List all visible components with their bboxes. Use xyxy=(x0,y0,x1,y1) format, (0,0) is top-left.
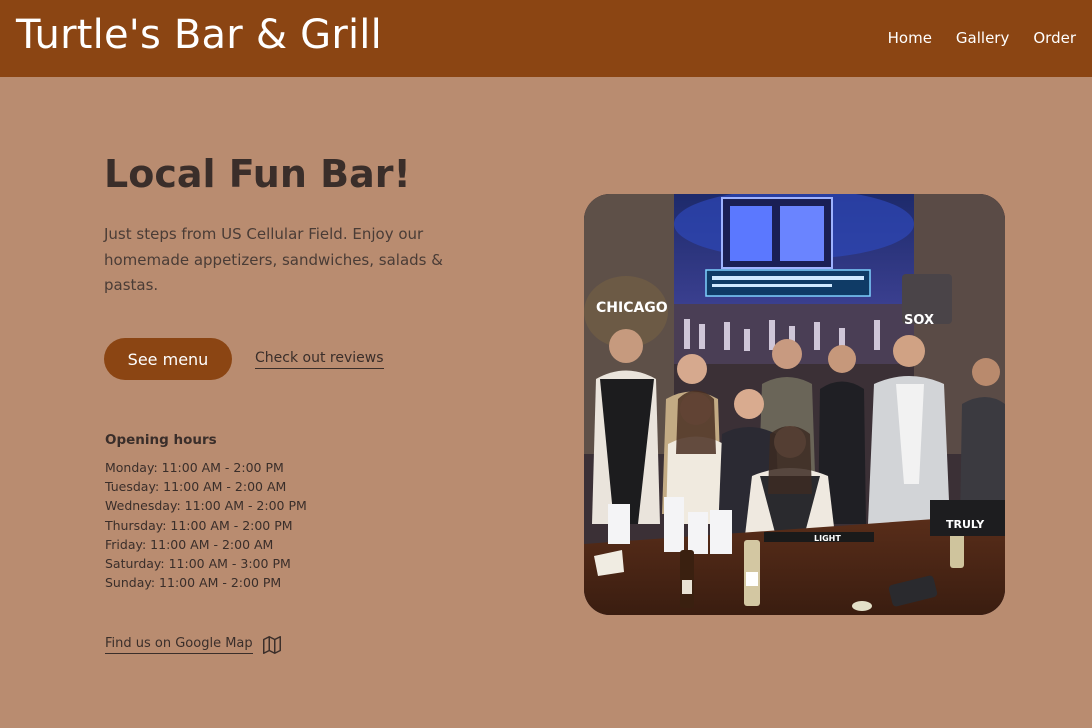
google-map-label: Find us on Google Map xyxy=(105,636,253,654)
hero-description: Just steps from US Cellular Field. Enjoy… xyxy=(104,225,443,294)
see-menu-button[interactable]: See menu xyxy=(104,338,232,380)
hours-friday: Friday: 11:00 AM - 2:00 AM xyxy=(105,536,274,552)
main-nav: Home Gallery Order xyxy=(888,29,1076,47)
map-icon xyxy=(262,636,281,654)
truly-sign: TRULY xyxy=(946,518,985,531)
bar-group-photo: CHICAGO SOX LIGHT TRULY xyxy=(584,194,1005,615)
nav-home[interactable]: Home xyxy=(888,29,932,47)
sox-sign: SOX xyxy=(904,313,934,328)
hours-sunday: Sunday: 11:00 AM - 2:00 PM xyxy=(105,575,282,591)
google-map-link[interactable]: Find us on Google Map xyxy=(105,634,283,656)
opening-hours-list: Monday: 11:00 AM - 2:00 PM Tuesday: 11:0… xyxy=(105,458,307,592)
chicago-sign: CHICAGO xyxy=(596,300,668,316)
site-brand[interactable]: Turtle's Bar & Grill xyxy=(16,12,382,58)
hours-tuesday: Tuesday: 11:00 AM - 2:00 AM xyxy=(105,479,287,495)
hero-title: Local Fun Bar! xyxy=(104,152,411,196)
hours-wednesday: Wednesday: 11:00 AM - 2:00 PM xyxy=(105,498,307,514)
opening-hours-title: Opening hours xyxy=(105,432,217,448)
nav-order[interactable]: Order xyxy=(1033,29,1076,47)
hours-saturday: Saturday: 11:00 AM - 3:00 PM xyxy=(105,556,291,572)
light-sign: LIGHT xyxy=(814,534,841,543)
hours-thursday: Thursday: 11:00 AM - 2:00 PM xyxy=(105,517,293,533)
site-header: Turtle's Bar & Grill Home Gallery Order xyxy=(0,0,1092,77)
reviews-link[interactable]: Check out reviews xyxy=(255,350,384,369)
hours-monday: Monday: 11:00 AM - 2:00 PM xyxy=(105,460,284,475)
nav-gallery[interactable]: Gallery xyxy=(956,29,1009,47)
